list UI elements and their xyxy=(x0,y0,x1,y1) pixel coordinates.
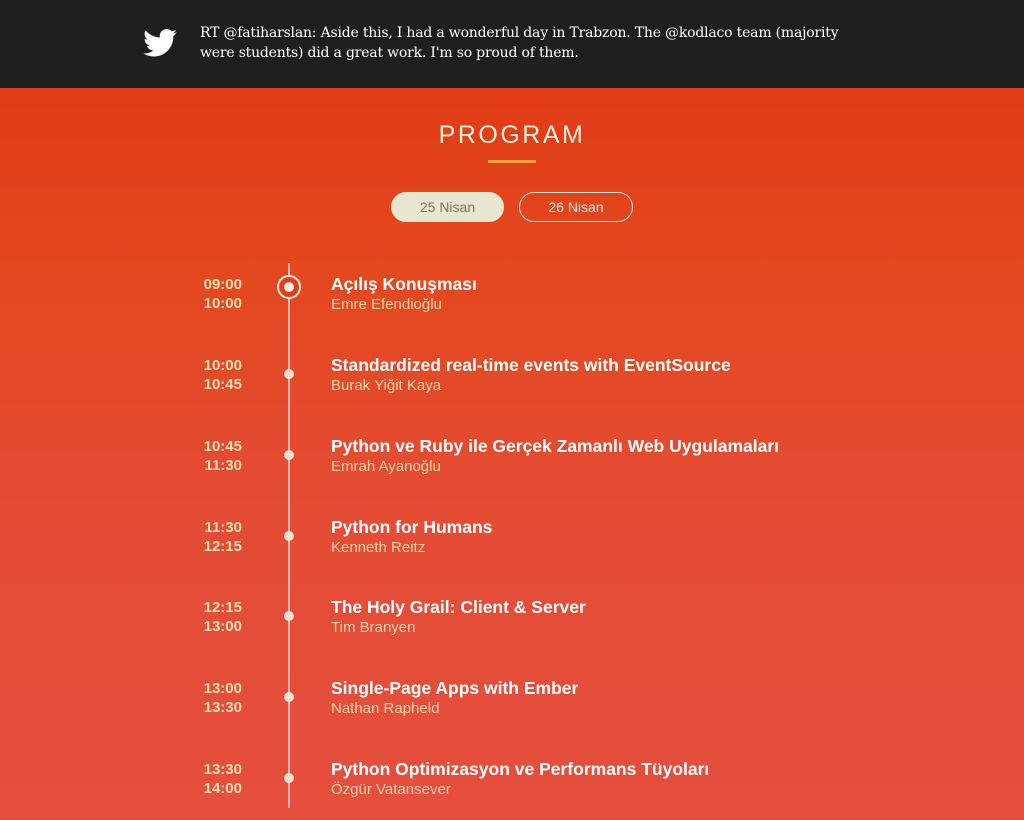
session-title[interactable]: Açılış Konuşması xyxy=(331,273,477,295)
session-speaker[interactable]: Kenneth Reitz xyxy=(331,538,425,558)
session-end-time: 10:45 xyxy=(203,376,242,393)
tab-25-nisan[interactable]: 25 Nisan xyxy=(391,192,504,222)
session-start-time: 11:30 xyxy=(204,519,242,536)
title-underline xyxy=(488,160,536,163)
program-section: PROGRAM 25 Nisan 26 Nisan 09:00 10:00 Aç… xyxy=(0,88,1024,819)
session-title[interactable]: Python for Humans xyxy=(331,516,492,538)
tweet-bar: RT @fatiharslan: Aside this, I had a won… xyxy=(0,0,1024,88)
session-item[interactable]: 13:30 14:00 Python Optimizasyon ve Perfo… xyxy=(0,758,1024,820)
twitter-bird-icon[interactable] xyxy=(143,29,177,57)
session-end-time: 11:30 xyxy=(204,457,242,474)
tab-26-nisan[interactable]: 26 Nisan xyxy=(519,192,633,222)
session-start-time: 09:00 xyxy=(203,276,242,293)
session-title[interactable]: Python ve Ruby ile Gerçek Zamanlı Web Uy… xyxy=(331,435,779,457)
session-end-time: 13:30 xyxy=(203,699,242,716)
session-speaker[interactable]: Emre Efendioğlu xyxy=(331,295,442,315)
session-item[interactable]: 10:00 10:45 Standardized real-time event… xyxy=(0,354,1024,416)
session-item[interactable]: 12:15 13:00 The Holy Grail: Client & Ser… xyxy=(0,596,1024,658)
session-item[interactable]: 10:45 11:30 Python ve Ruby ile Gerçek Za… xyxy=(0,435,1024,497)
timeline-current-marker-icon xyxy=(277,275,301,299)
session-item[interactable]: 13:00 13:30 Single-Page Apps with Ember … xyxy=(0,677,1024,739)
tweet-text: RT @fatiharslan: Aside this, I had a won… xyxy=(200,25,839,61)
session-title[interactable]: Single-Page Apps with Ember xyxy=(331,677,578,699)
timeline-dot-icon xyxy=(284,369,294,379)
session-end-time: 13:00 xyxy=(203,618,242,635)
timeline-dot-icon xyxy=(284,692,294,702)
timeline-dot-icon xyxy=(284,450,294,460)
session-title[interactable]: Standardized real-time events with Event… xyxy=(331,354,731,376)
session-speaker[interactable]: Burak Yiğit Kaya xyxy=(331,376,441,396)
session-title[interactable]: The Holy Grail: Client & Server xyxy=(331,596,586,618)
session-start-time: 10:45 xyxy=(203,438,242,455)
session-start-time: 13:30 xyxy=(203,761,242,778)
session-item[interactable]: 09:00 10:00 Açılış Konuşması Emre Efendi… xyxy=(0,273,1024,335)
program-title: PROGRAM xyxy=(438,121,586,149)
timeline-dot-icon xyxy=(284,611,294,621)
timeline-dot-icon xyxy=(284,531,294,541)
session-end-time: 10:00 xyxy=(203,295,242,312)
session-item[interactable]: 11:30 12:15 Python for Humans Kenneth Re… xyxy=(0,516,1024,578)
session-speaker[interactable]: Tim Branyen xyxy=(331,618,415,638)
timeline-dot-icon xyxy=(284,773,294,783)
session-start-time: 10:00 xyxy=(203,357,242,374)
session-start-time: 13:00 xyxy=(203,680,242,697)
session-speaker[interactable]: Nathan Rapheld xyxy=(331,699,439,719)
session-title[interactable]: Python Optimizasyon ve Performans Tüyola… xyxy=(331,758,709,780)
session-end-time: 12:15 xyxy=(203,538,242,555)
session-speaker[interactable]: Özgür Vatansever xyxy=(331,780,451,800)
session-start-time: 12:15 xyxy=(203,599,242,616)
session-speaker[interactable]: Emrah Ayanoğlu xyxy=(331,457,441,477)
session-end-time: 14:00 xyxy=(203,780,242,797)
